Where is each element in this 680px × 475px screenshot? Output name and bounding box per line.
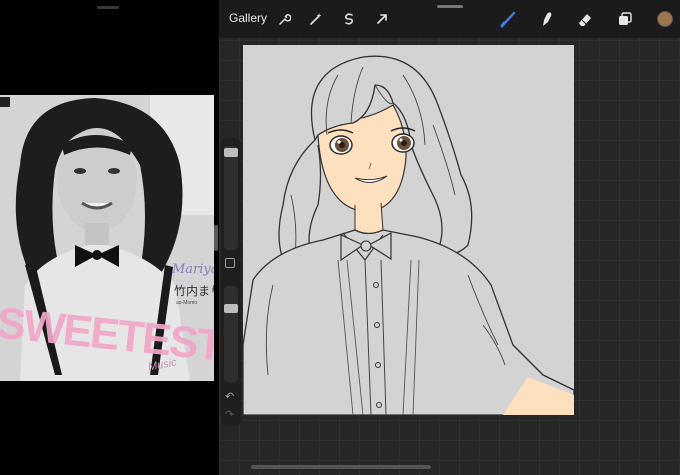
opacity-thumb[interactable] [224, 304, 238, 313]
eraser-icon[interactable] [575, 9, 595, 29]
layers-icon[interactable] [615, 9, 635, 29]
split-view-handle[interactable] [97, 6, 119, 9]
transform-arrow-icon[interactable] [372, 9, 392, 29]
brush-size-slider[interactable] [224, 146, 238, 250]
album-name-text: Mariya [172, 262, 214, 277]
brush-size-thumb[interactable] [224, 148, 238, 157]
gallery-button[interactable]: Gallery [229, 11, 267, 25]
drawing-canvas[interactable] [243, 45, 574, 415]
line-art-drawing [243, 45, 574, 415]
split-divider[interactable] [214, 225, 218, 251]
redo-icon[interactable]: ↷ [225, 408, 234, 421]
wrench-icon[interactable] [274, 9, 294, 29]
left-sidebar: ↶ ↷ [221, 138, 241, 426]
procreate-app: Gallery ↶ ↷ [219, 0, 680, 475]
home-indicator[interactable] [251, 465, 431, 469]
smudge-icon[interactable] [537, 9, 557, 29]
artist-name-text: 竹内まりや [174, 284, 214, 298]
color-picker-button[interactable] [657, 11, 673, 27]
magic-wand-icon[interactable] [306, 9, 326, 29]
top-toolbar: Gallery [219, 0, 680, 38]
app-handle[interactable] [437, 5, 463, 8]
undo-icon[interactable]: ↶ [225, 390, 234, 403]
opacity-slider[interactable] [224, 286, 238, 382]
album-cover-photo: Mariya 竹内まりや ao-Momo SWEETEST Music [0, 95, 214, 381]
artist-romaji-text: ao-Momo [176, 300, 198, 306]
brush-icon[interactable] [499, 9, 519, 29]
modify-button[interactable] [225, 258, 235, 268]
selection-icon[interactable] [339, 9, 359, 29]
reference-pane: Mariya 竹内まりや ao-Momo SWEETEST Music [0, 0, 219, 475]
